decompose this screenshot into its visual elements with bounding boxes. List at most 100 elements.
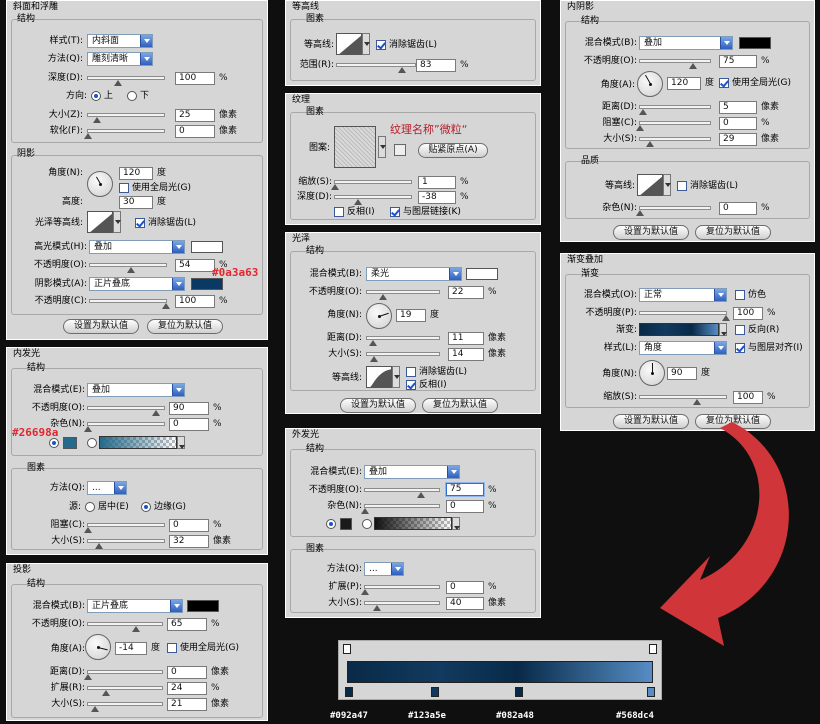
- antialias-checkbox[interactable]: [135, 218, 145, 228]
- distance-input[interactable]: 5: [719, 101, 757, 114]
- blend-mode-select[interactable]: 叠加: [87, 383, 185, 397]
- opacity-slider[interactable]: [639, 59, 711, 69]
- scale-input[interactable]: 100: [733, 391, 763, 404]
- scale-slider[interactable]: [639, 395, 727, 405]
- method-select[interactable]: 雕刻清晰: [87, 52, 153, 66]
- antialias-checkbox[interactable]: [406, 367, 416, 377]
- chevron-down-icon[interactable]: [449, 268, 461, 280]
- noise-input[interactable]: 0: [169, 418, 209, 431]
- slider-thumb[interactable]: [361, 589, 369, 595]
- chevron-down-icon[interactable]: [140, 53, 152, 65]
- slider-thumb[interactable]: [722, 315, 730, 321]
- opacity-slider[interactable]: [639, 311, 730, 321]
- source-edge-radio[interactable]: [141, 502, 151, 512]
- chevron-down-icon[interactable]: [719, 323, 727, 336]
- shadow-color-swatch[interactable]: [187, 600, 219, 612]
- size-slider[interactable]: [87, 113, 165, 123]
- angle-input[interactable]: 90: [667, 367, 697, 380]
- distance-slider[interactable]: [84, 670, 163, 680]
- contour-preview[interactable]: [637, 174, 663, 196]
- shadow-color-swatch[interactable]: [191, 278, 223, 290]
- slider-thumb[interactable]: [127, 267, 136, 273]
- angle-dial[interactable]: [637, 71, 663, 97]
- chevron-down-icon[interactable]: [362, 33, 370, 55]
- invert-checkbox[interactable]: [406, 380, 416, 390]
- size-input[interactable]: 25: [175, 109, 215, 122]
- chevron-down-icon[interactable]: [663, 174, 671, 196]
- slider-thumb[interactable]: [368, 340, 377, 346]
- slider-thumb[interactable]: [636, 125, 644, 131]
- depth-input[interactable]: 100: [175, 72, 215, 85]
- opacity-stop-left[interactable]: [343, 644, 351, 654]
- make-default-button[interactable]: 设置为默认值: [63, 319, 139, 334]
- style-select[interactable]: 内斜面: [87, 34, 153, 48]
- opacity-input[interactable]: 75: [719, 55, 757, 68]
- glow-gradient-preview[interactable]: [374, 517, 452, 530]
- chevron-down-icon[interactable]: [170, 600, 182, 612]
- slider-thumb[interactable]: [353, 199, 362, 205]
- slider-thumb[interactable]: [94, 543, 103, 549]
- slider-thumb[interactable]: [132, 626, 141, 632]
- size-input[interactable]: 14: [448, 348, 484, 361]
- angle-input[interactable]: 120: [667, 77, 701, 90]
- glow-color-swatch[interactable]: [63, 437, 77, 449]
- spread-slider[interactable]: [361, 585, 440, 595]
- reset-default-button[interactable]: 复位为默认值: [147, 319, 223, 334]
- slider-thumb[interactable]: [378, 294, 387, 300]
- size-input[interactable]: 29: [719, 133, 757, 146]
- antialias-checkbox[interactable]: [677, 181, 687, 191]
- style-select[interactable]: 角度: [639, 341, 727, 355]
- chevron-down-icon[interactable]: [452, 517, 460, 530]
- angle-input[interactable]: -14: [115, 642, 147, 655]
- gradient-radio[interactable]: [362, 519, 372, 529]
- reset-default-button[interactable]: 复位为默认值: [695, 225, 771, 240]
- opacity-slider[interactable]: [87, 406, 165, 416]
- blend-mode-select[interactable]: 叠加: [364, 465, 460, 479]
- shadow-opacity-input[interactable]: 100: [175, 295, 215, 308]
- chevron-down-icon[interactable]: [392, 366, 400, 388]
- gradient-preview[interactable]: [639, 323, 719, 336]
- angle-dial[interactable]: [87, 171, 113, 197]
- slider-thumb[interactable]: [91, 706, 100, 712]
- noise-slider[interactable]: [636, 206, 711, 216]
- shadow-color-swatch[interactable]: [739, 37, 771, 49]
- depth-input[interactable]: -38: [418, 191, 456, 204]
- opacity-slider[interactable]: [87, 622, 163, 632]
- angle-input[interactable]: 120: [119, 167, 153, 180]
- choke-slider[interactable]: [636, 121, 711, 131]
- slider-thumb[interactable]: [84, 674, 92, 680]
- color-stop-2[interactable]: [431, 687, 439, 697]
- slider-thumb[interactable]: [638, 109, 647, 115]
- global-light-checkbox[interactable]: [119, 183, 129, 193]
- direction-down-radio[interactable]: [127, 91, 137, 101]
- solid-color-radio[interactable]: [49, 438, 59, 448]
- soften-slider[interactable]: [84, 129, 165, 139]
- noise-slider[interactable]: [84, 422, 165, 432]
- range-input[interactable]: 83: [416, 59, 456, 72]
- blend-mode-select[interactable]: 叠加: [639, 36, 733, 50]
- spread-input[interactable]: 0: [446, 581, 484, 594]
- chevron-down-icon[interactable]: [714, 342, 726, 354]
- glow-gradient-preview[interactable]: [99, 436, 177, 449]
- slider-thumb[interactable]: [692, 399, 701, 405]
- scale-input[interactable]: 1: [418, 176, 456, 189]
- slider-thumb[interactable]: [416, 492, 425, 498]
- altitude-input[interactable]: 30: [119, 196, 153, 209]
- highlight-color-swatch[interactable]: [191, 241, 223, 253]
- slider-thumb[interactable]: [84, 426, 92, 432]
- slider-thumb[interactable]: [688, 63, 697, 69]
- antialias-checkbox[interactable]: [376, 40, 386, 50]
- opacity-slider[interactable]: [364, 488, 440, 498]
- dither-checkbox[interactable]: [735, 290, 745, 300]
- chevron-down-icon[interactable]: [172, 278, 184, 290]
- chevron-down-icon[interactable]: [172, 241, 184, 253]
- spread-input[interactable]: 24: [167, 682, 207, 695]
- new-preset-icon[interactable]: [394, 144, 406, 156]
- size-input[interactable]: 40: [446, 597, 484, 610]
- slider-thumb[interactable]: [370, 356, 379, 362]
- contour-preview[interactable]: [336, 33, 362, 55]
- gloss-contour-preview[interactable]: [87, 211, 113, 233]
- choke-input[interactable]: 0: [719, 117, 757, 130]
- chevron-down-icon[interactable]: [172, 384, 184, 396]
- blend-mode-select[interactable]: 柔光: [366, 267, 462, 281]
